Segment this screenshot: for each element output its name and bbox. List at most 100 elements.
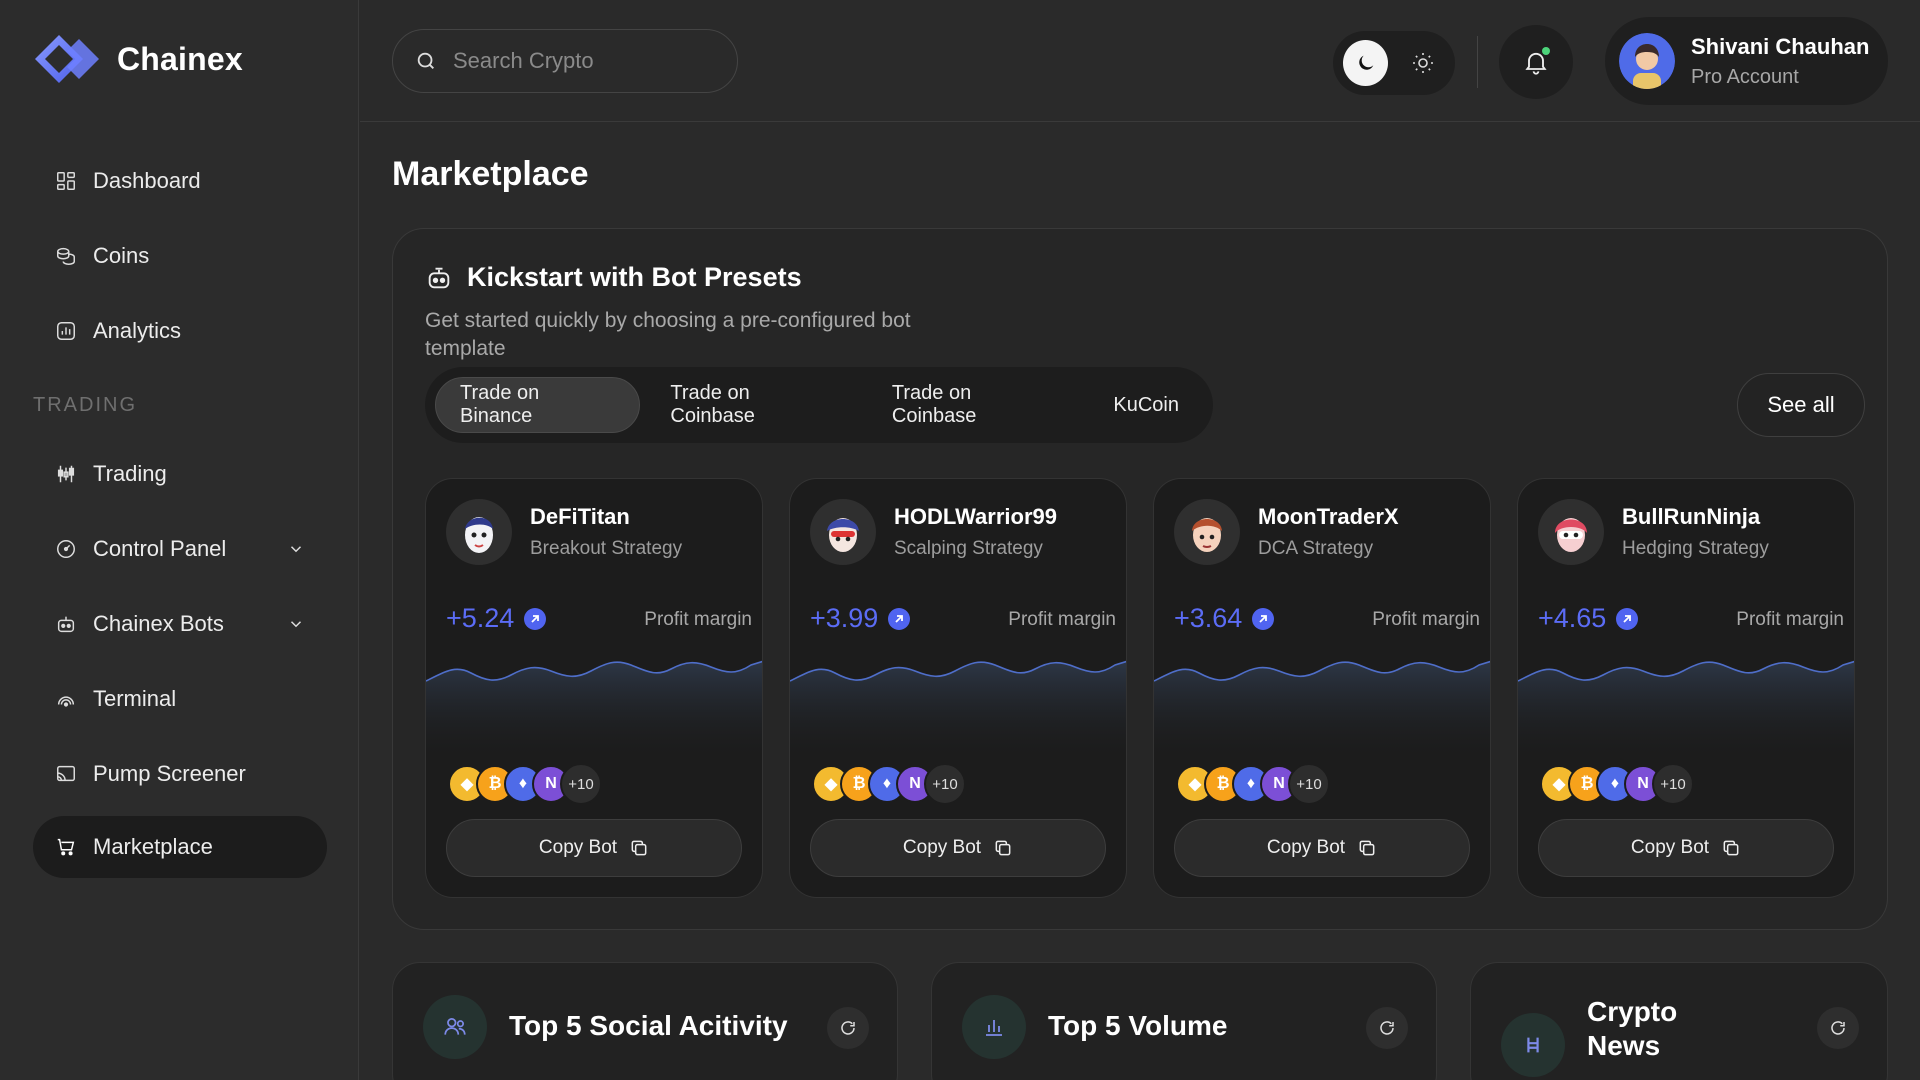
- avatar: [1619, 33, 1675, 89]
- bot-name: MoonTraderX: [1258, 504, 1399, 529]
- refresh-button[interactable]: [1366, 1007, 1408, 1049]
- sidebar-item-label: Terminal: [93, 686, 177, 711]
- bot-card[interactable]: BullRunNinja Hedging Strategy +4.65 Prof…: [1517, 478, 1855, 898]
- profit-label: Profit margin: [644, 609, 752, 630]
- copy-bot-button[interactable]: Copy Bot: [810, 819, 1106, 877]
- light-mode-button[interactable]: [1400, 40, 1445, 86]
- dark-mode-button[interactable]: [1343, 40, 1388, 86]
- card-title: Crypto News: [1587, 996, 1678, 1061]
- logo[interactable]: Chainex: [33, 33, 243, 85]
- bot-avatar: [1538, 499, 1604, 565]
- search-box[interactable]: [392, 29, 738, 93]
- bot-card[interactable]: HODLWarrior99 Scalping Strategy +3.99 Pr…: [789, 478, 1127, 898]
- top-volume-card: Top 5 Volume: [931, 962, 1437, 1080]
- presets-heading: Kickstart with Bot Presets: [425, 262, 802, 293]
- notifications-button[interactable]: [1499, 25, 1573, 99]
- sidebar-item-marketplace[interactable]: Marketplace: [33, 816, 327, 878]
- bot-strategy: Breakout Strategy: [530, 538, 683, 559]
- sidebar-item-terminal[interactable]: Terminal: [33, 668, 327, 730]
- tab-binance[interactable]: Trade on Binance: [435, 377, 641, 433]
- tab-coinbase-2[interactable]: Trade on Coinbase: [868, 377, 1084, 433]
- more-coins-badge: +10: [1288, 763, 1330, 805]
- refresh-icon: [841, 1021, 855, 1035]
- sidebar-item-chainex-bots[interactable]: Chainex Bots: [33, 593, 327, 655]
- sparkline-chart: [790, 660, 1126, 763]
- notification-dot: [1542, 47, 1550, 55]
- refresh-icon: [1831, 1021, 1845, 1035]
- copy-bot-button[interactable]: Copy Bot: [446, 819, 742, 877]
- user-role: Pro Account: [1691, 65, 1799, 88]
- terminal-icon: [57, 696, 75, 707]
- sidebar-item-label: Control Panel: [93, 536, 227, 561]
- sidebar-item-label: Coins: [93, 243, 150, 268]
- tab-coinbase[interactable]: Trade on Coinbase: [646, 377, 862, 433]
- sparkline-chart: [426, 660, 762, 763]
- bot-strategy: Hedging Strategy: [1622, 538, 1769, 559]
- sidebar-item-control-panel[interactable]: Control Panel: [33, 518, 327, 580]
- copy-bot-label: Copy Bot: [902, 837, 982, 858]
- refresh-icon: [1380, 1021, 1394, 1035]
- refresh-button[interactable]: [1817, 1007, 1859, 1049]
- search-icon: [417, 52, 434, 69]
- app-name: Chainex: [117, 40, 243, 77]
- profit-label: Profit margin: [1372, 609, 1480, 630]
- sidebar-item-analytics[interactable]: Analytics: [33, 300, 327, 362]
- user-profile[interactable]: Shivani Chauhan Pro Account: [1605, 17, 1888, 105]
- gauge-icon: [57, 540, 75, 558]
- tab-kucoin[interactable]: KuCoin: [1089, 377, 1203, 433]
- coin-list: ◆ ₿ ♦ N +10: [812, 763, 966, 805]
- moon-icon: [1358, 55, 1373, 70]
- copy-bot-button[interactable]: Copy Bot: [1538, 819, 1834, 877]
- chevron-down-icon[interactable]: [287, 540, 305, 558]
- refresh-button[interactable]: [827, 1007, 869, 1049]
- sparkline-chart: [1518, 660, 1854, 763]
- search-input[interactable]: [453, 48, 713, 74]
- cart-icon: [57, 838, 75, 856]
- chevron-down-icon[interactable]: [287, 615, 305, 633]
- bot-header: HODLWarrior99 Scalping Strategy: [810, 499, 1057, 565]
- bot-presets-panel: Kickstart with Bot Presets Get started q…: [392, 228, 1888, 930]
- bot-icon: [57, 616, 75, 633]
- bot-strategy: DCA Strategy: [1258, 538, 1374, 559]
- sun-icon: [1412, 53, 1433, 73]
- bot-avatar: [810, 499, 876, 565]
- card-title: Top 5 Social Acitivity: [509, 1010, 788, 1041]
- coins-icon: [57, 247, 75, 265]
- copy-icon: [1723, 840, 1739, 856]
- copy-bot-label: Copy Bot: [1266, 837, 1346, 858]
- presets-subtitle: Get started quickly by choosing a pre-co…: [425, 309, 911, 360]
- sidebar-item-pump-screener[interactable]: Pump Screener: [33, 743, 327, 805]
- bot-value: +5.24: [446, 603, 547, 634]
- sidebar-item-coins[interactable]: Coins: [33, 225, 327, 287]
- social-activity-card: Top 5 Social Acitivity: [392, 962, 898, 1080]
- more-coins-badge: +10: [1652, 763, 1694, 805]
- copy-icon: [631, 840, 647, 856]
- profit-value: +5.24: [446, 603, 515, 633]
- screener-icon: [57, 765, 75, 782]
- bot-avatar: [1174, 499, 1240, 565]
- sidebar-item-dashboard[interactable]: Dashboard: [33, 150, 327, 212]
- sidebar: Chainex Dashboard Coins Analytics TRADIN…: [0, 0, 359, 1080]
- copy-icon: [995, 840, 1011, 856]
- bot-value: +3.64: [1174, 603, 1275, 634]
- profit-value: +4.65: [1538, 603, 1607, 633]
- bot-avatar: [446, 499, 512, 565]
- logo-icon: [35, 35, 99, 83]
- header-divider: [1477, 36, 1478, 88]
- copy-bot-button[interactable]: Copy Bot: [1174, 819, 1470, 877]
- sidebar-item-label: Dashboard: [93, 168, 201, 193]
- candles-icon: [57, 465, 75, 483]
- profit-label: Profit margin: [1736, 609, 1844, 630]
- theme-toggle[interactable]: [1333, 31, 1455, 95]
- sidebar-item-trading[interactable]: Trading: [33, 443, 327, 505]
- bot-card[interactable]: DeFiTitan Breakout Strategy +5.24 Profit…: [425, 478, 763, 898]
- coin-list: ◆ ₿ ♦ N +10: [1540, 763, 1694, 805]
- bot-name: DeFiTitan: [530, 504, 630, 529]
- see-all-button[interactable]: See all: [1737, 373, 1865, 437]
- bot-card[interactable]: MoonTraderX DCA Strategy +3.64 Profit ma…: [1153, 478, 1491, 898]
- profit-value: +3.99: [810, 603, 879, 633]
- bot-header: BullRunNinja Hedging Strategy: [1538, 499, 1769, 565]
- copy-bot-label: Copy Bot: [1630, 837, 1710, 858]
- sidebar-item-label: Marketplace: [93, 834, 213, 859]
- bar-chart-icon: [962, 995, 1026, 1059]
